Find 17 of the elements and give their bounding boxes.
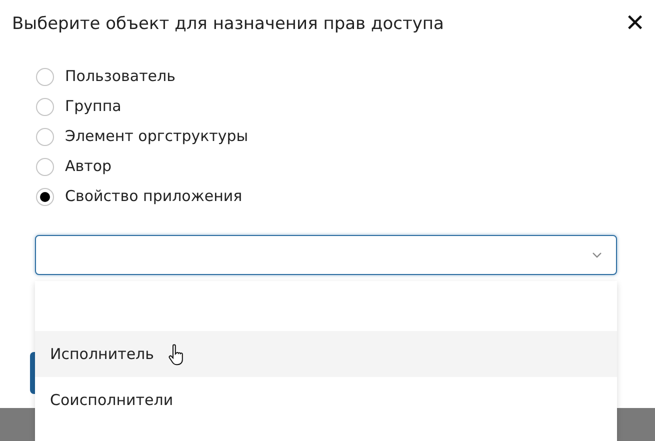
- radio-label[interactable]: Группа: [65, 96, 122, 117]
- radio-button[interactable]: [36, 98, 54, 116]
- select-field[interactable]: [35, 235, 617, 275]
- radio-label[interactable]: Автор: [65, 156, 112, 177]
- close-button[interactable]: ✕: [625, 12, 645, 36]
- radio-label[interactable]: Свойство приложения: [65, 186, 242, 207]
- chevron-down-icon: [592, 252, 602, 258]
- radio-label[interactable]: Элемент оргструктуры: [65, 126, 248, 147]
- radio-label[interactable]: Пользователь: [65, 66, 176, 87]
- radio-button[interactable]: [36, 68, 54, 86]
- radio-button[interactable]: [36, 128, 54, 146]
- radio-button[interactable]: [36, 188, 54, 206]
- radio-button[interactable]: [36, 158, 54, 176]
- dropdown-item[interactable]: Исполнитель: [35, 331, 617, 377]
- dropdown-item[interactable]: Соисполнители: [35, 377, 617, 423]
- dialog-title: Выберите объект для назначения прав доступа: [12, 14, 444, 34]
- hand-cursor-icon: [168, 344, 184, 366]
